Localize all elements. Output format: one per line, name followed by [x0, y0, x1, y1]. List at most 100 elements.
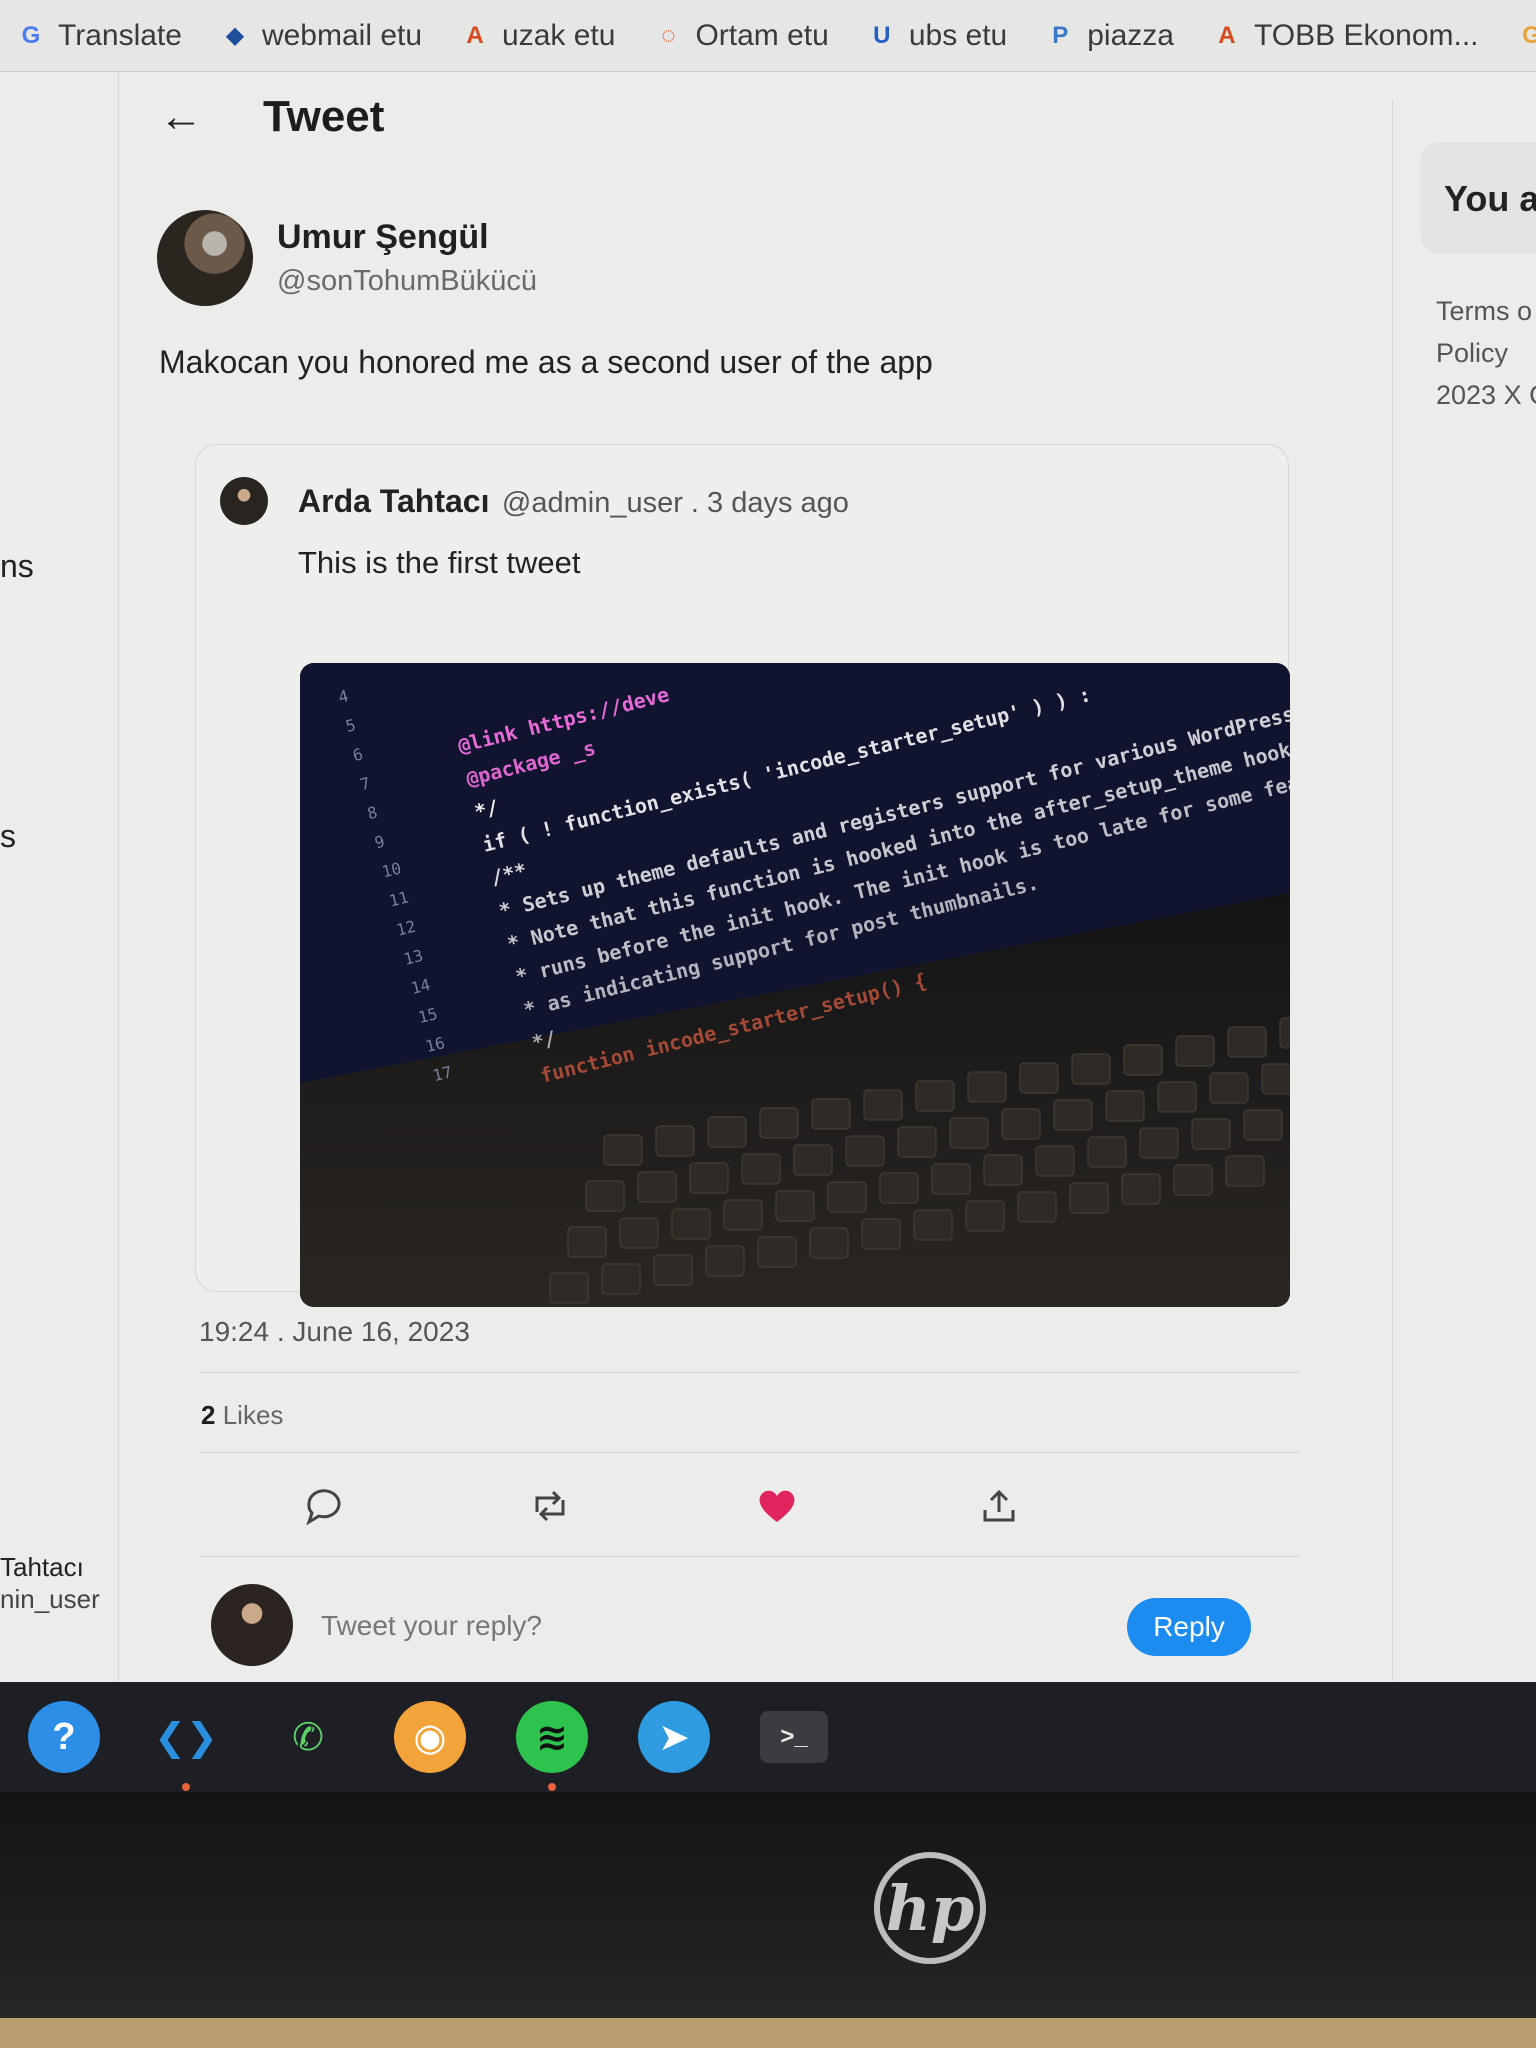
quoted-tweet-card[interactable]: Arda Tahtacı @admin_user . 3 days ago Th… [195, 444, 1290, 1307]
sidebar-item-fragment[interactable]: ns [0, 548, 34, 585]
divider [199, 1556, 1299, 1557]
keyboard-key [637, 1171, 677, 1203]
terms-link[interactable]: Terms o [1436, 296, 1532, 327]
keyboard-key [741, 1153, 781, 1185]
copyright-text: 2023 X C [1436, 380, 1536, 410]
bookmark-ortam[interactable]: ◌ Ortam etu [653, 18, 829, 53]
keyboard-key [1173, 1164, 1213, 1196]
google-icon: G [1517, 21, 1536, 51]
tweet-author[interactable]: Umur Şengül @sonTohumBükücü [157, 210, 537, 306]
bookmark-piazza[interactable]: Ppiazza [1045, 19, 1174, 53]
keyboard-key [845, 1135, 885, 1167]
laptop-bezel [0, 1792, 1536, 2018]
keyboard-key [827, 1181, 867, 1213]
divider [199, 1452, 1299, 1453]
column-divider [1392, 100, 1393, 1682]
keyboard-key [879, 1172, 919, 1204]
bookmark-ubs[interactable]: Uubs etu [867, 19, 1007, 53]
keyboard-key [603, 1134, 643, 1166]
bookmark-tobb[interactable]: A TOBB Ekonom... [1212, 18, 1479, 53]
terminal-app-icon[interactable]: >_ [760, 1711, 828, 1763]
keyboard-key [967, 1071, 1007, 1103]
bookmark-webmail[interactable]: ◆ webmail etu [220, 19, 422, 53]
keyboard-key [601, 1263, 641, 1295]
keyboard-key [655, 1125, 695, 1157]
keyboard-key [931, 1163, 971, 1195]
translate-icon: G [21, 21, 41, 49]
whatsapp-app-icon[interactable]: ✆ [272, 1701, 344, 1773]
discord-app-icon[interactable]: ◉ [394, 1701, 466, 1773]
sidebar-item-fragment[interactable]: s [0, 818, 16, 855]
keyboard-key [1087, 1136, 1127, 1168]
avatar[interactable] [220, 477, 268, 525]
retweet-icon[interactable] [529, 1486, 571, 1536]
keyboard-key [863, 1089, 903, 1121]
tweet-detail-column: ← Tweet Umur Şengül @sonTohumBükücü Mako… [119, 72, 1392, 1682]
quoted-tweet-author[interactable]: Arda Tahtacı @admin_user . 3 days ago [220, 477, 849, 525]
keyboard-key [1121, 1173, 1161, 1205]
sidebar-user-name[interactable]: Tahtacı [0, 1552, 84, 1583]
keyboard-key [759, 1107, 799, 1139]
keyboard-key [671, 1208, 711, 1240]
keyboard-key [1035, 1145, 1075, 1177]
keyboard-key [915, 1080, 955, 1112]
bookmark-label: webmail etu [261, 18, 423, 52]
tobb-icon: A [1218, 21, 1236, 49]
bookmark-label: TOBB Ekonom... [1253, 18, 1479, 52]
bookmark-translate[interactable]: G Translate [16, 19, 182, 53]
keyboard-key [965, 1200, 1005, 1232]
keyboard-key [811, 1098, 851, 1130]
vscode-app-icon[interactable]: ❮❯ [150, 1701, 222, 1791]
keyboard-key [619, 1217, 659, 1249]
bookmark-google[interactable]: G [1517, 21, 1536, 51]
keyboard-key [1139, 1127, 1179, 1159]
divider [199, 1372, 1299, 1373]
keyboard-key [1069, 1182, 1109, 1214]
reply-composer: Reply [199, 1572, 1299, 1672]
policy-link[interactable]: Policy [1436, 338, 1508, 369]
comment-icon[interactable] [303, 1486, 345, 1536]
keyboard-key [549, 1272, 589, 1304]
likes-number: 2 [201, 1400, 216, 1430]
keyboard-key [653, 1254, 693, 1286]
keyboard-key [861, 1218, 901, 1250]
keyboard-key [793, 1144, 833, 1176]
spotify-app-icon[interactable]: ≋ [516, 1701, 588, 1791]
reply-input[interactable] [319, 1600, 963, 1652]
bookmark-label: ubs etu [908, 18, 1008, 52]
sidebar-user-handle[interactable]: nin_user [0, 1584, 100, 1615]
keyboard-key [809, 1227, 849, 1259]
avatar[interactable] [157, 210, 253, 306]
keyboard-key [1123, 1044, 1163, 1076]
quoted-author-name[interactable]: Arda Tahtacı [298, 483, 489, 519]
author-name[interactable]: Umur Şengül [277, 218, 537, 257]
likes-count[interactable]: 2 Likes [201, 1400, 283, 1431]
reply-button[interactable]: Reply [1127, 1598, 1251, 1656]
bookmark-label: uzak etu [502, 18, 616, 52]
tweet-actions [199, 1472, 1299, 1548]
back-arrow-icon[interactable]: ← [159, 92, 203, 142]
keyboard-key [1157, 1081, 1197, 1113]
keyboard-key [705, 1245, 745, 1277]
bookmark-label: piazza [1087, 18, 1174, 52]
bookmark-label: Ortam etu [695, 18, 829, 52]
keyboard-key [949, 1117, 989, 1149]
keyboard-key [1191, 1118, 1231, 1150]
like-heart-icon[interactable] [755, 1486, 799, 1536]
quoted-tweet-image[interactable]: 4 5 6 7 8 9 10 11 12 13 14 15 16 17 @link https://dev… [300, 663, 1290, 1307]
webmail-icon: ◆ [225, 22, 245, 49]
keyboard-key [1175, 1035, 1215, 1067]
piazza-icon: P [1052, 21, 1069, 49]
share-icon[interactable] [979, 1486, 1019, 1536]
keyboard-key [1053, 1099, 1093, 1131]
author-handle[interactable]: @sonTohumBükücü [277, 265, 537, 298]
avatar[interactable] [211, 1584, 293, 1666]
bookmark-moodle[interactable]: Auzak etu [460, 19, 615, 53]
keyboard-key [1001, 1108, 1041, 1140]
help-app-icon[interactable]: ? [28, 1701, 100, 1773]
keyboard-key [1105, 1090, 1145, 1122]
keyboard-key [913, 1209, 953, 1241]
telegram-app-icon[interactable]: ➤ [638, 1701, 710, 1773]
keyboard-key [1227, 1026, 1267, 1058]
page-header: ← Tweet [159, 92, 384, 142]
